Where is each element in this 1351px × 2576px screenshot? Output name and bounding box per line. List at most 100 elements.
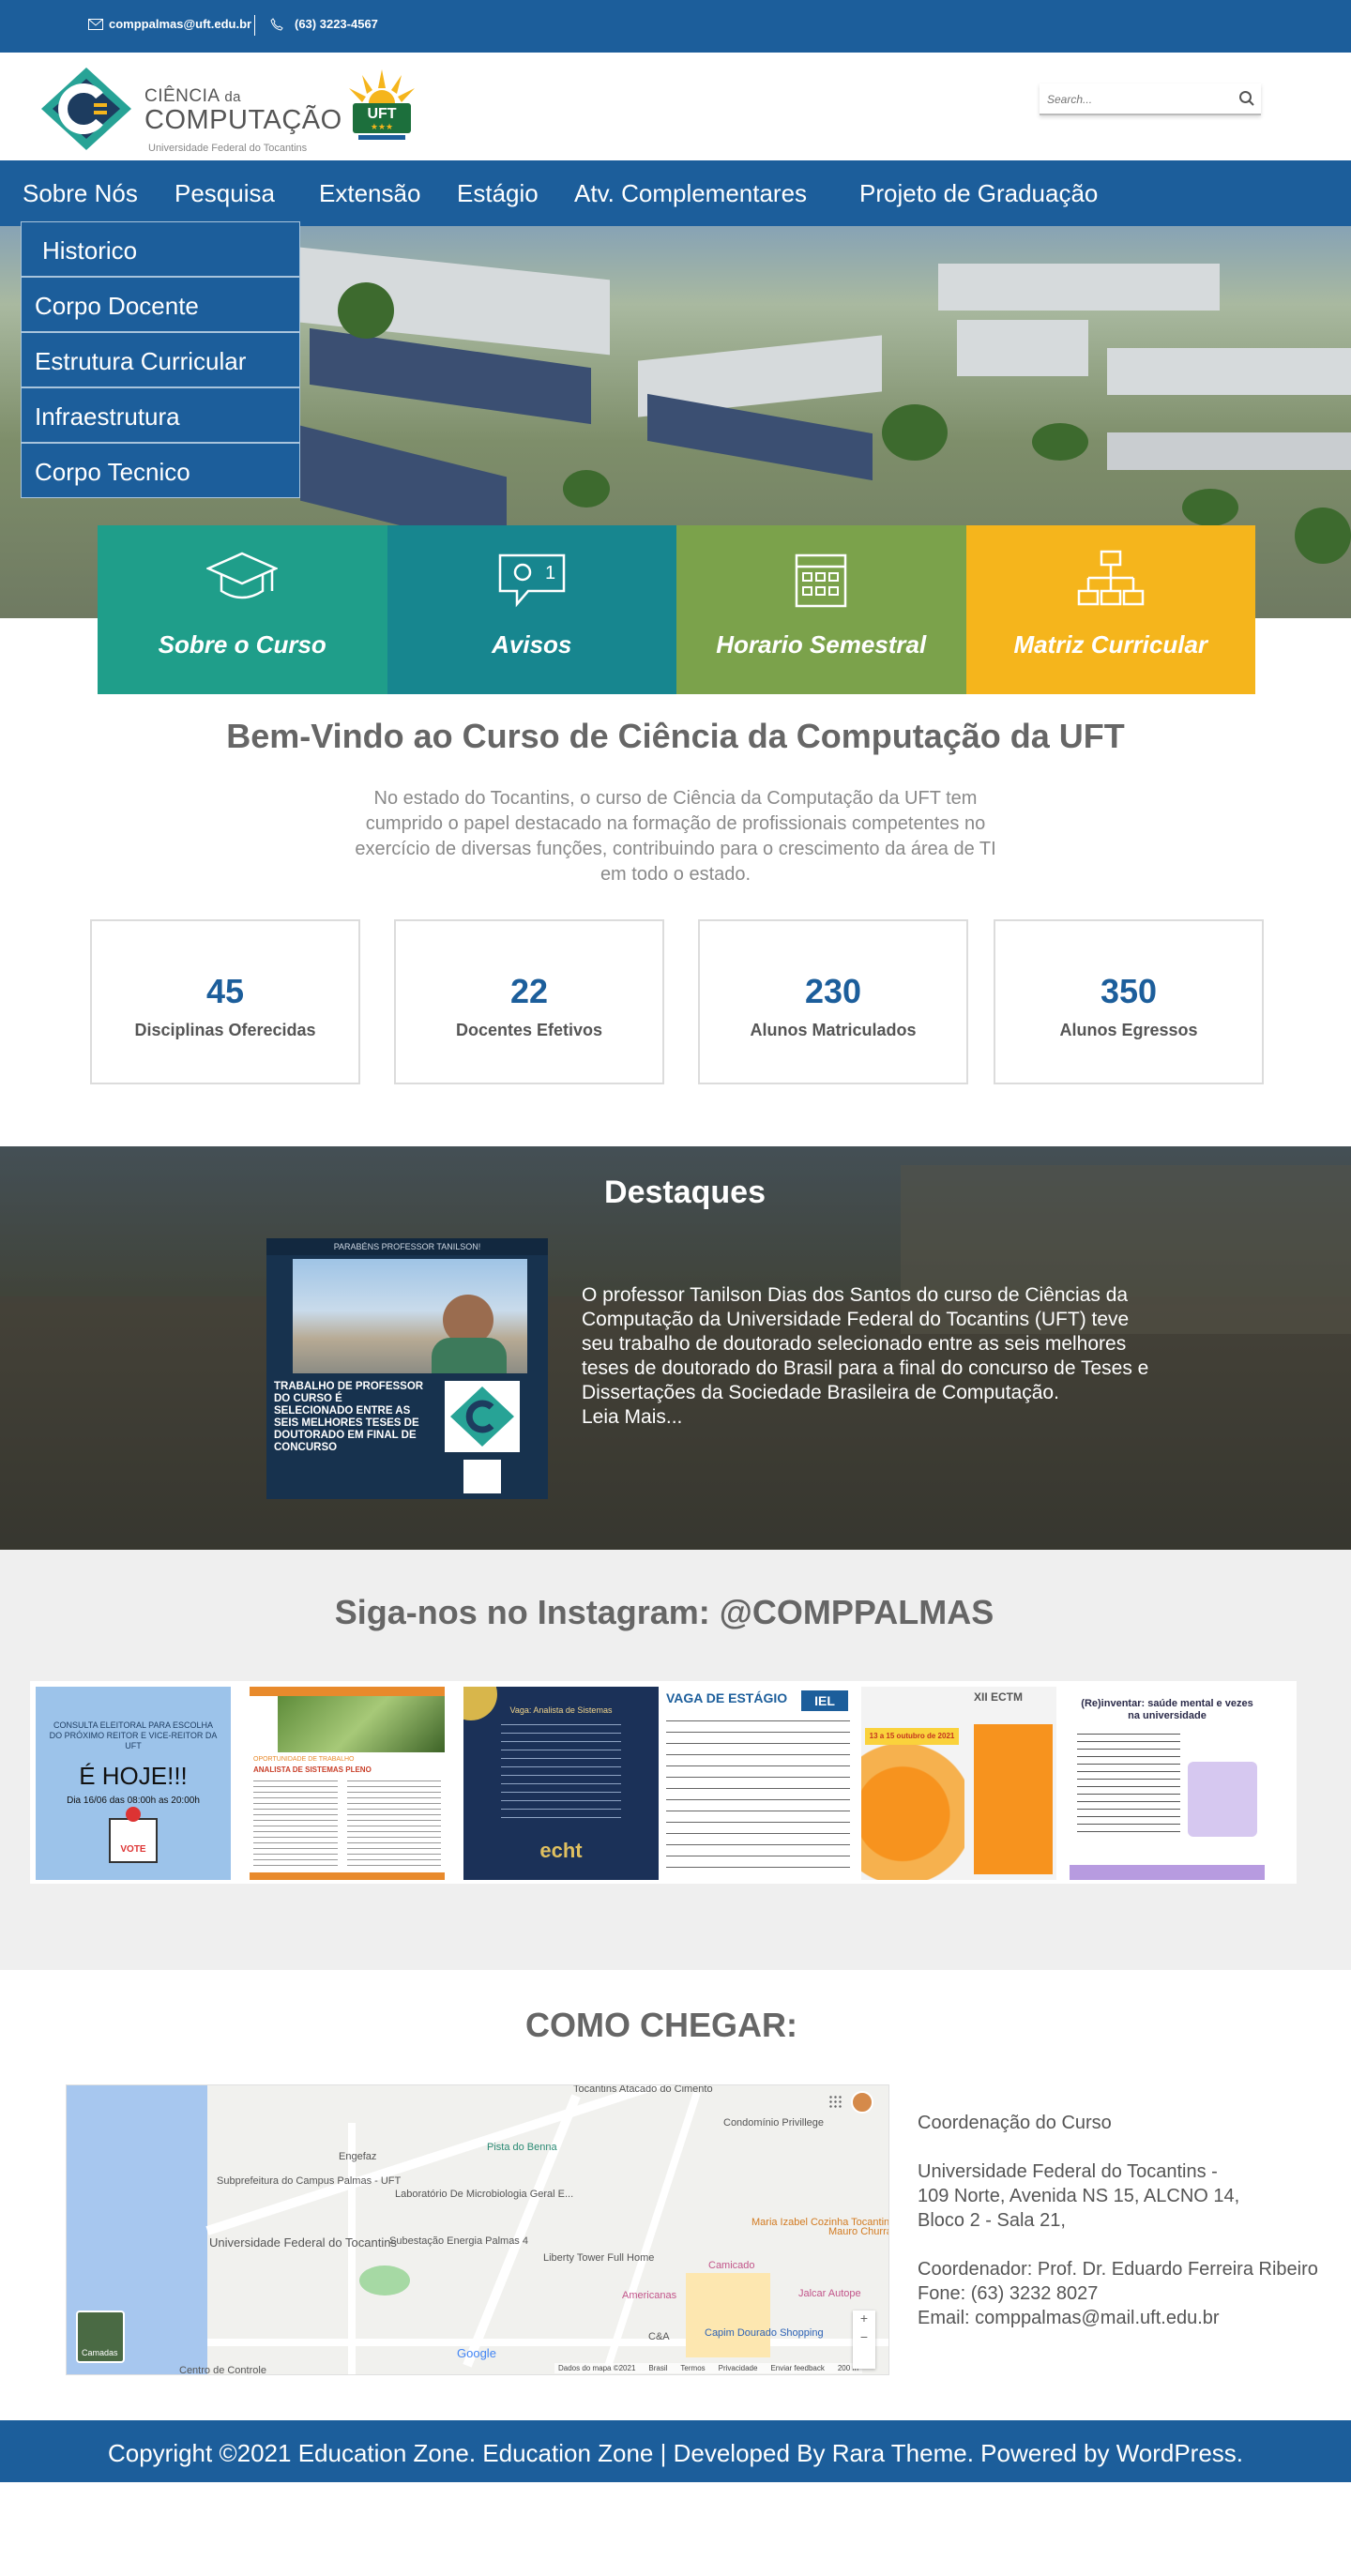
hierarchy-icon bbox=[1077, 550, 1144, 606]
instagram-feed: CONSULTA ELEITORAL PARA ESCOLHA DO PRÓXI… bbox=[30, 1681, 1297, 1884]
post-big-text: 13 a 15 outubro de 2021 bbox=[865, 1728, 959, 1745]
post-big-text: É HOJE!!! bbox=[79, 1762, 188, 1790]
post-sub-text: Dia 16/06 das 08:00h as 20:00h bbox=[67, 1796, 200, 1806]
copyright-text: Copyright ©2021 Education Zone. Educatio… bbox=[107, 2439, 1244, 2467]
instagram-post[interactable]: VAGA DE ESTÁGIO IEL bbox=[660, 1687, 856, 1880]
post-big-text: ANALISTA DE SISTEMAS PLENO bbox=[253, 1765, 372, 1774]
search-input[interactable] bbox=[1047, 90, 1225, 109]
logo-line3: Universidade Federal do Tocantins bbox=[148, 143, 308, 154]
dropdown-item-estrutura-curricular[interactable]: Estrutura Curricular bbox=[21, 332, 300, 387]
sobre-nos-dropdown: Historico Corpo Docente Estrutura Curric… bbox=[21, 221, 300, 498]
dropdown-item-infraestrutura[interactable]: Infraestrutura bbox=[21, 387, 300, 443]
contact-info: Coordenação do Curso Universidade Federa… bbox=[918, 2111, 1318, 2330]
post-heading: XII ECTM bbox=[974, 1690, 1024, 1704]
stat-value: 350 bbox=[1100, 972, 1158, 1010]
instagram-post[interactable]: CONSULTA ELEITORAL PARA ESCOLHA DO PRÓXI… bbox=[36, 1687, 231, 1880]
zoom-out-button[interactable]: − bbox=[853, 2329, 875, 2348]
nav-estagio[interactable]: Estágio bbox=[457, 179, 539, 208]
stat-card: 22 Docentes Efetivos bbox=[394, 919, 664, 1084]
contact-title: Coordenação do Curso bbox=[918, 2113, 1112, 2133]
logo-line1b: da bbox=[224, 89, 241, 105]
map-footer: Dados do mapa ©2021 Brasil Termos Privac… bbox=[554, 2363, 863, 2373]
stat-label: Disciplinas Oferecidas bbox=[134, 1021, 316, 1039]
email-text: comppalmas@uft.edu.br bbox=[109, 17, 252, 31]
nav-extensao[interactable]: Extensão bbox=[319, 179, 420, 208]
nav-projeto-graduacao[interactable]: Projeto de Graduação bbox=[859, 179, 1098, 208]
nav-pesquisa[interactable]: Pesquisa bbox=[175, 179, 275, 208]
read-more-link[interactable]: Leia Mais... bbox=[582, 1406, 682, 1428]
zoom-controls: + − bbox=[853, 2311, 875, 2369]
search-button[interactable] bbox=[1238, 90, 1255, 112]
contact-email[interactable]: Email: comppalmas@mail.uft.edu.br bbox=[918, 2306, 1318, 2330]
dropdown-item-historico[interactable]: Historico bbox=[21, 221, 300, 277]
stat-card: 45 Disciplinas Oferecidas bbox=[90, 919, 360, 1084]
professor-photo bbox=[293, 1259, 527, 1373]
phone-link[interactable]: (63) 3223-4567 bbox=[270, 17, 378, 31]
post-heading: VAGA DE ESTÁGIO bbox=[666, 1690, 788, 1705]
instagram-post[interactable]: XII ECTM 13 a 15 outubro de 2021 bbox=[861, 1687, 1056, 1880]
stat-card: 230 Alunos Matriculados bbox=[698, 919, 968, 1084]
vote-box-icon: VOTE bbox=[109, 1807, 158, 1863]
tile-sobre-o-curso[interactable]: Sobre o Curso bbox=[98, 525, 387, 694]
zoom-in-button[interactable]: + bbox=[853, 2311, 875, 2329]
dropdown-item-corpo-docente[interactable]: Corpo Docente bbox=[21, 277, 300, 332]
instagram-post[interactable]: Vaga: Analista de Sistemas echt bbox=[463, 1687, 659, 1880]
divider bbox=[254, 15, 255, 36]
computacao-badge-icon bbox=[445, 1381, 520, 1452]
contact-address: Universidade Federal do Tocantins - bbox=[918, 2161, 1218, 2182]
tile-label: Sobre o Curso bbox=[158, 630, 326, 659]
uft-sun-logo-icon: UFT ★★★ bbox=[349, 69, 415, 140]
search-icon bbox=[1239, 91, 1254, 106]
instagram-post[interactable]: OPORTUNIDADE DE TRABALHO ANALISTA DE SIS… bbox=[250, 1687, 445, 1880]
green-area bbox=[359, 2265, 410, 2296]
welcome-text: No estado do Tocantins, o curso de Ciênc… bbox=[355, 788, 996, 885]
stat-label: Alunos Egressos bbox=[1059, 1021, 1198, 1039]
post-big-text: echt bbox=[539, 1839, 583, 1862]
layers-label: Camadas bbox=[82, 2348, 118, 2357]
destaques-title: Destaques bbox=[604, 1174, 766, 1210]
phone-text: (63) 3223-4567 bbox=[295, 17, 378, 31]
instagram-post[interactable]: (Re)inventar: saúde mental e vezes na un… bbox=[1070, 1687, 1265, 1880]
dropdown-item-corpo-tecnico[interactable]: Corpo Tecnico bbox=[21, 443, 300, 498]
quick-links: Sobre o Curso 1 Avisos Horario Semestral bbox=[98, 525, 1255, 694]
graduation-cap-icon bbox=[206, 552, 279, 599]
nav-atv-complementares[interactable]: Atv. Complementares bbox=[574, 179, 807, 208]
vote-badge: VOTE bbox=[120, 1844, 146, 1855]
email-link[interactable]: comppalmas@uft.edu.br bbox=[88, 17, 251, 31]
user-avatar[interactable] bbox=[851, 2091, 873, 2114]
como-chegar-title: COMO CHEGAR: bbox=[525, 2006, 797, 2044]
shopping-area bbox=[686, 2273, 770, 2357]
instagram-title: Siga-nos no Instagram: @COMPPALMAS bbox=[334, 1593, 994, 1631]
uft-logo[interactable]: UFT ★★★ bbox=[342, 66, 422, 146]
post-plant-photo bbox=[278, 1696, 445, 1752]
tile-avisos[interactable]: 1 Avisos bbox=[387, 525, 676, 694]
post-heading: CONSULTA ELEITORAL PARA ESCOLHA DO PRÓXI… bbox=[49, 1720, 218, 1750]
stat-label: Alunos Matriculados bbox=[750, 1021, 917, 1039]
svg-text:★★★: ★★★ bbox=[371, 122, 393, 131]
instagram-section: Siga-nos no Instagram: @COMPPALMAS CONSU… bbox=[0, 1550, 1351, 1970]
site-logo[interactable]: CIÊNCIA da COMPUTAÇÃO Universidade Feder… bbox=[38, 64, 342, 154]
post-heading: OPORTUNIDADE DE TRABALHO bbox=[253, 1756, 355, 1763]
main-nav: Sobre Nós Pesquisa Extensão Estágio Atv.… bbox=[0, 160, 1351, 226]
contact-address: 109 Norte, Avenida NS 15, ALCNO 14, bbox=[918, 2186, 1240, 2206]
contact-phone: Fone: (63) 3232 8027 bbox=[918, 2283, 1099, 2304]
stat-value: 45 bbox=[205, 972, 245, 1010]
chat-notification-icon: 1 bbox=[498, 553, 565, 608]
tile-horario-semestral[interactable]: Horario Semestral bbox=[676, 525, 966, 694]
destaques-section: Destaques PARABÉNS PROFESSOR TANILSON! T… bbox=[0, 1146, 1351, 1550]
destaques-text: O professor Tanilson Dias dos Santos do … bbox=[582, 1283, 1163, 1430]
destaques-body: O professor Tanilson Dias dos Santos do … bbox=[582, 1284, 1149, 1403]
apps-grid-icon[interactable] bbox=[828, 2095, 842, 2108]
destaques-post-image[interactable]: PARABÉNS PROFESSOR TANILSON! TRABALHO DE… bbox=[266, 1238, 548, 1499]
contact-address: Bloco 2 - Sala 21, bbox=[918, 2210, 1066, 2231]
logo-line1: CIÊNCIA bbox=[144, 86, 220, 106]
tile-label: Horario Semestral bbox=[716, 630, 927, 659]
nav-sobre-nos[interactable]: Sobre Nós bbox=[23, 179, 138, 208]
svg-text:UFT: UFT bbox=[367, 106, 396, 122]
post-big-text: IEL bbox=[801, 1690, 848, 1711]
stat-label: Docentes Efetivos bbox=[455, 1021, 603, 1039]
location-map[interactable]: Tocantins Atacado do Cimento Condomínio … bbox=[66, 2084, 889, 2375]
layers-button[interactable]: Camadas bbox=[76, 2311, 125, 2363]
tile-label: Matriz Curricular bbox=[1013, 630, 1208, 659]
tile-matriz-curricular[interactable]: Matriz Curricular bbox=[965, 525, 1255, 694]
